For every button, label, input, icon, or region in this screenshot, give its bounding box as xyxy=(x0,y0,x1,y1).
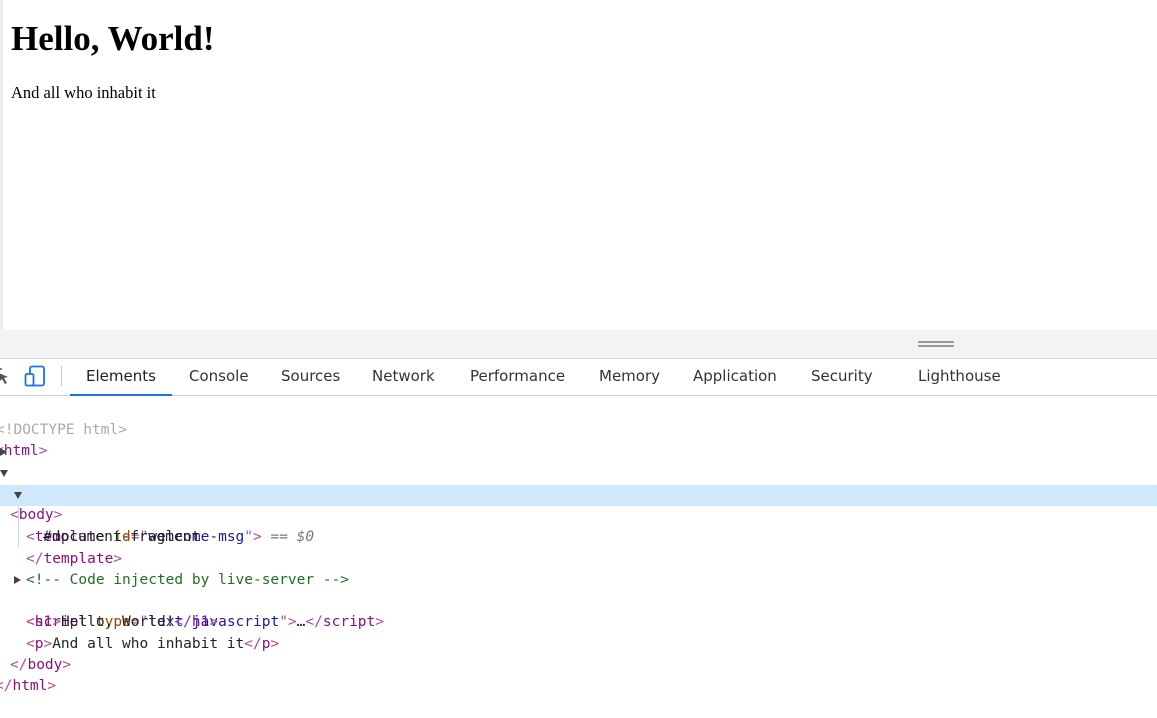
tab-label: Network xyxy=(372,367,435,385)
tab-label: Memory xyxy=(599,367,661,385)
collapse-triangle-icon[interactable] xyxy=(14,492,22,499)
dom-tree: <!DOCTYPE html> <html> <head>…</head> <b… xyxy=(0,397,1157,694)
tab-label: Performance xyxy=(470,367,566,385)
tab-lighthouse[interactable]: Lighthouse xyxy=(918,359,1001,395)
tab-application[interactable]: Application xyxy=(693,359,777,395)
dom-node-template[interactable]: <template id="welcome-msg"> == $0 xyxy=(0,485,1157,545)
dom-node-template-close[interactable]: </template> xyxy=(0,528,1157,567)
inspect-element-icon[interactable] xyxy=(0,367,10,387)
dom-node-h1[interactable]: <h1>Hello, World!</h1> xyxy=(0,591,1157,630)
tab-label: Elements xyxy=(86,367,156,385)
tag-name: html xyxy=(12,678,48,694)
dom-node-html[interactable]: <html> xyxy=(0,420,1157,459)
tab-label: Lighthouse xyxy=(918,367,1001,385)
tab-network[interactable]: Network xyxy=(372,359,435,395)
dom-node-document-fragment[interactable]: #document-fragment xyxy=(0,506,1157,545)
expand-triangle-icon[interactable] xyxy=(0,448,7,456)
page-paragraph: And all who inhabit it xyxy=(11,83,156,102)
devtools-toolbar: Elements Console Sources Network Perform… xyxy=(0,359,1157,396)
tab-memory[interactable]: Memory xyxy=(599,359,660,395)
tab-label: Application xyxy=(693,367,777,385)
tab-sources[interactable]: Sources xyxy=(281,359,340,395)
tab-label: Console xyxy=(189,367,249,385)
devtools-panel: Elements Console Sources Network Perform… xyxy=(0,330,1157,694)
tab-console[interactable]: Console xyxy=(189,359,249,395)
devtools-resize-bar[interactable] xyxy=(0,330,1157,359)
toolbar-divider xyxy=(61,366,62,386)
tab-label: Security xyxy=(811,367,873,385)
dom-node-comment[interactable]: <!-- Code injected by live-server --> xyxy=(0,549,1157,588)
tab-performance[interactable]: Performance xyxy=(470,359,565,395)
dom-node-body[interactable]: <body> xyxy=(0,463,1157,523)
expand-triangle-icon[interactable] xyxy=(14,576,21,584)
page-viewport: Hello, World! And all who inhabit it xyxy=(0,0,1157,330)
dom-node-body-close[interactable]: </body> xyxy=(0,634,1157,673)
tab-label: Sources xyxy=(281,367,341,385)
viewport-edge xyxy=(0,0,3,330)
tree-indent-guide xyxy=(18,505,19,547)
tab-security[interactable]: Security xyxy=(811,359,873,395)
page-heading: Hello, World! xyxy=(11,19,215,58)
dom-node-head[interactable]: <head>…</head> xyxy=(0,442,1157,502)
dom-node-doctype[interactable]: <!DOCTYPE html> xyxy=(0,399,1157,438)
dom-node-html-close[interactable]: </html> xyxy=(0,655,1157,694)
dom-node-p[interactable]: <p>And all who inhabit it</p> xyxy=(0,613,1157,652)
drag-handle-icon[interactable] xyxy=(918,341,954,348)
dom-node-script[interactable]: <script type="text/javascript">…</script… xyxy=(0,570,1157,630)
collapse-triangle-icon[interactable] xyxy=(0,470,8,477)
device-toolbar-icon[interactable] xyxy=(24,365,46,387)
tab-elements[interactable]: Elements xyxy=(70,359,172,396)
active-tab-indicator xyxy=(70,394,172,396)
